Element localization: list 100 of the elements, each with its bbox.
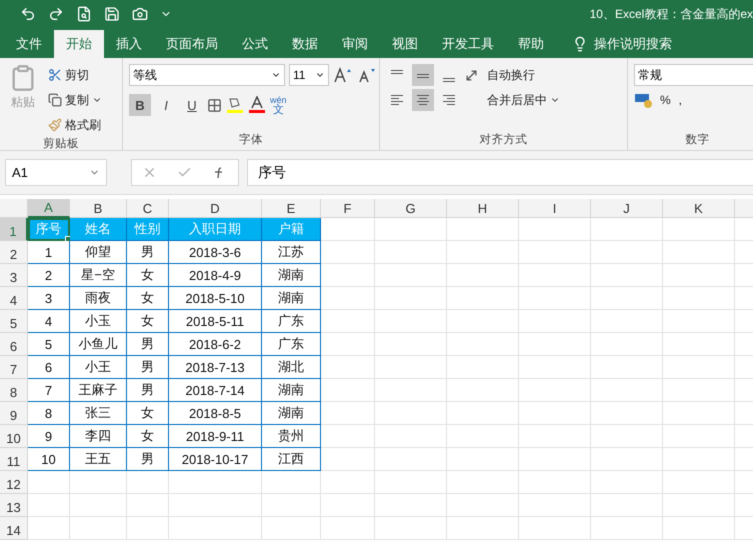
format-painter-button[interactable]: 格式刷: [46, 114, 104, 136]
table-cell: 6: [28, 356, 70, 379]
save-icon[interactable]: [104, 6, 120, 22]
table-cell: 男: [127, 448, 169, 471]
table-cell: 2018-5-11: [169, 310, 262, 333]
table-cell: 李四: [70, 425, 127, 448]
borders-icon[interactable]: [207, 98, 222, 112]
column-header[interactable]: A: [28, 199, 70, 218]
table-cell: 2018-6-2: [169, 333, 262, 356]
tell-me-search[interactable]: 操作说明搜索: [556, 30, 672, 58]
name-box[interactable]: A1: [5, 159, 107, 186]
font-color-icon[interactable]: [248, 96, 266, 114]
underline-button[interactable]: U: [181, 94, 203, 116]
table-cell: 女: [127, 402, 169, 425]
column-header[interactable]: K: [663, 199, 735, 218]
row-header[interactable]: 13: [0, 494, 28, 517]
window-title: 10、Excel教程：含金量高的ex: [590, 6, 753, 22]
row-header[interactable]: 6: [0, 333, 28, 356]
table-cell: 王麻子: [70, 379, 127, 402]
table-cell: 7: [28, 379, 70, 402]
group-label: 对齐方式: [478, 132, 528, 148]
table-cell: 10: [28, 448, 70, 471]
ribbon-tab[interactable]: 数据: [280, 30, 330, 58]
number-format-field[interactable]: 常规: [634, 64, 753, 86]
merge-center-button[interactable]: 合并后居中: [485, 89, 562, 111]
formula-field[interactable]: 序号: [247, 159, 753, 186]
print-preview-icon[interactable]: [76, 6, 92, 22]
row-header[interactable]: 11: [0, 448, 28, 471]
header-cell: 性别: [127, 218, 169, 241]
table-cell: 女: [127, 287, 169, 310]
table-cell: 5: [28, 333, 70, 356]
table-cell: 男: [127, 333, 169, 356]
column-header[interactable]: G: [375, 199, 447, 218]
shrink-font-icon[interactable]: [357, 66, 377, 84]
column-header[interactable]: E: [262, 199, 321, 218]
table-cell: 王五: [70, 448, 127, 471]
table-cell: 2018-4-9: [169, 264, 262, 287]
row-header[interactable]: 12: [0, 471, 28, 494]
table-cell: 9: [28, 425, 70, 448]
row-header[interactable]: 1: [0, 218, 28, 241]
font-size-field[interactable]: 11: [289, 64, 329, 86]
ribbon-tab[interactable]: 开发工具: [430, 30, 506, 58]
table-cell: 1: [28, 241, 70, 264]
header-cell: 户籍: [262, 218, 321, 241]
table-cell: 4: [28, 310, 70, 333]
table-cell: 江西: [262, 448, 321, 471]
italic-button[interactable]: I: [155, 94, 177, 116]
ribbon-tab[interactable]: 插入: [104, 30, 154, 58]
phonetic-guide-button[interactable]: wén 文: [270, 95, 287, 115]
row-header[interactable]: 4: [0, 287, 28, 310]
column-header[interactable]: H: [447, 199, 519, 218]
row-header[interactable]: 14: [0, 517, 28, 540]
redo-icon[interactable]: [48, 6, 64, 22]
column-header[interactable]: D: [169, 199, 262, 218]
orientation-icon[interactable]: [464, 68, 479, 82]
bold-button[interactable]: B: [129, 94, 151, 116]
table-cell: 2018-9-11: [169, 425, 262, 448]
camera-icon[interactable]: [132, 6, 148, 22]
comma-style-button[interactable]: ,: [676, 89, 684, 111]
scissors-icon: [48, 68, 62, 82]
ribbon-tab[interactable]: 开始: [54, 30, 104, 58]
ribbon-tab[interactable]: 审阅: [330, 30, 380, 58]
row-header[interactable]: 9: [0, 402, 28, 425]
table-cell: 小鱼儿: [70, 333, 127, 356]
cut-button[interactable]: 剪切: [46, 64, 104, 86]
table-cell: 3: [28, 287, 70, 310]
undo-icon[interactable]: [20, 6, 36, 22]
ribbon-tab[interactable]: 帮助: [506, 30, 556, 58]
percent-button[interactable]: %: [658, 89, 673, 111]
table-cell: 星−空: [70, 264, 127, 287]
column-header[interactable]: I: [519, 199, 591, 218]
ribbon-tab[interactable]: 视图: [380, 30, 430, 58]
column-header[interactable]: F: [321, 199, 375, 218]
row-header[interactable]: 7: [0, 356, 28, 379]
row-header[interactable]: 5: [0, 310, 28, 333]
group-label: 剪贴板: [42, 136, 80, 151]
table-cell: 仰望: [70, 241, 127, 264]
wrap-text-button[interactable]: 自动换行: [485, 64, 562, 86]
table-cell: 2: [28, 264, 70, 287]
table-cell: 小玉: [70, 310, 127, 333]
column-header[interactable]: C: [127, 199, 169, 218]
column-header[interactable]: J: [591, 199, 663, 218]
grow-font-icon[interactable]: [333, 66, 353, 84]
group-label: 字体: [238, 132, 264, 148]
fill-color-icon[interactable]: [226, 96, 244, 114]
row-header[interactable]: 3: [0, 264, 28, 287]
copy-button[interactable]: 复制: [46, 89, 104, 111]
row-header[interactable]: 8: [0, 379, 28, 402]
font-name-field[interactable]: 等线: [129, 64, 285, 86]
row-header[interactable]: 10: [0, 425, 28, 448]
table-cell: 湖南: [262, 379, 321, 402]
ribbon-tab[interactable]: 页面布局: [154, 30, 230, 58]
column-header[interactable]: B: [70, 199, 127, 218]
table-cell: 2018-3-6: [169, 241, 262, 264]
table-cell: 女: [127, 264, 169, 287]
currency-icon[interactable]: [634, 92, 654, 108]
row-header[interactable]: 2: [0, 241, 28, 264]
ribbon-tab[interactable]: 文件: [4, 30, 54, 58]
table-cell: 女: [127, 310, 169, 333]
ribbon-tab[interactable]: 公式: [230, 30, 280, 58]
